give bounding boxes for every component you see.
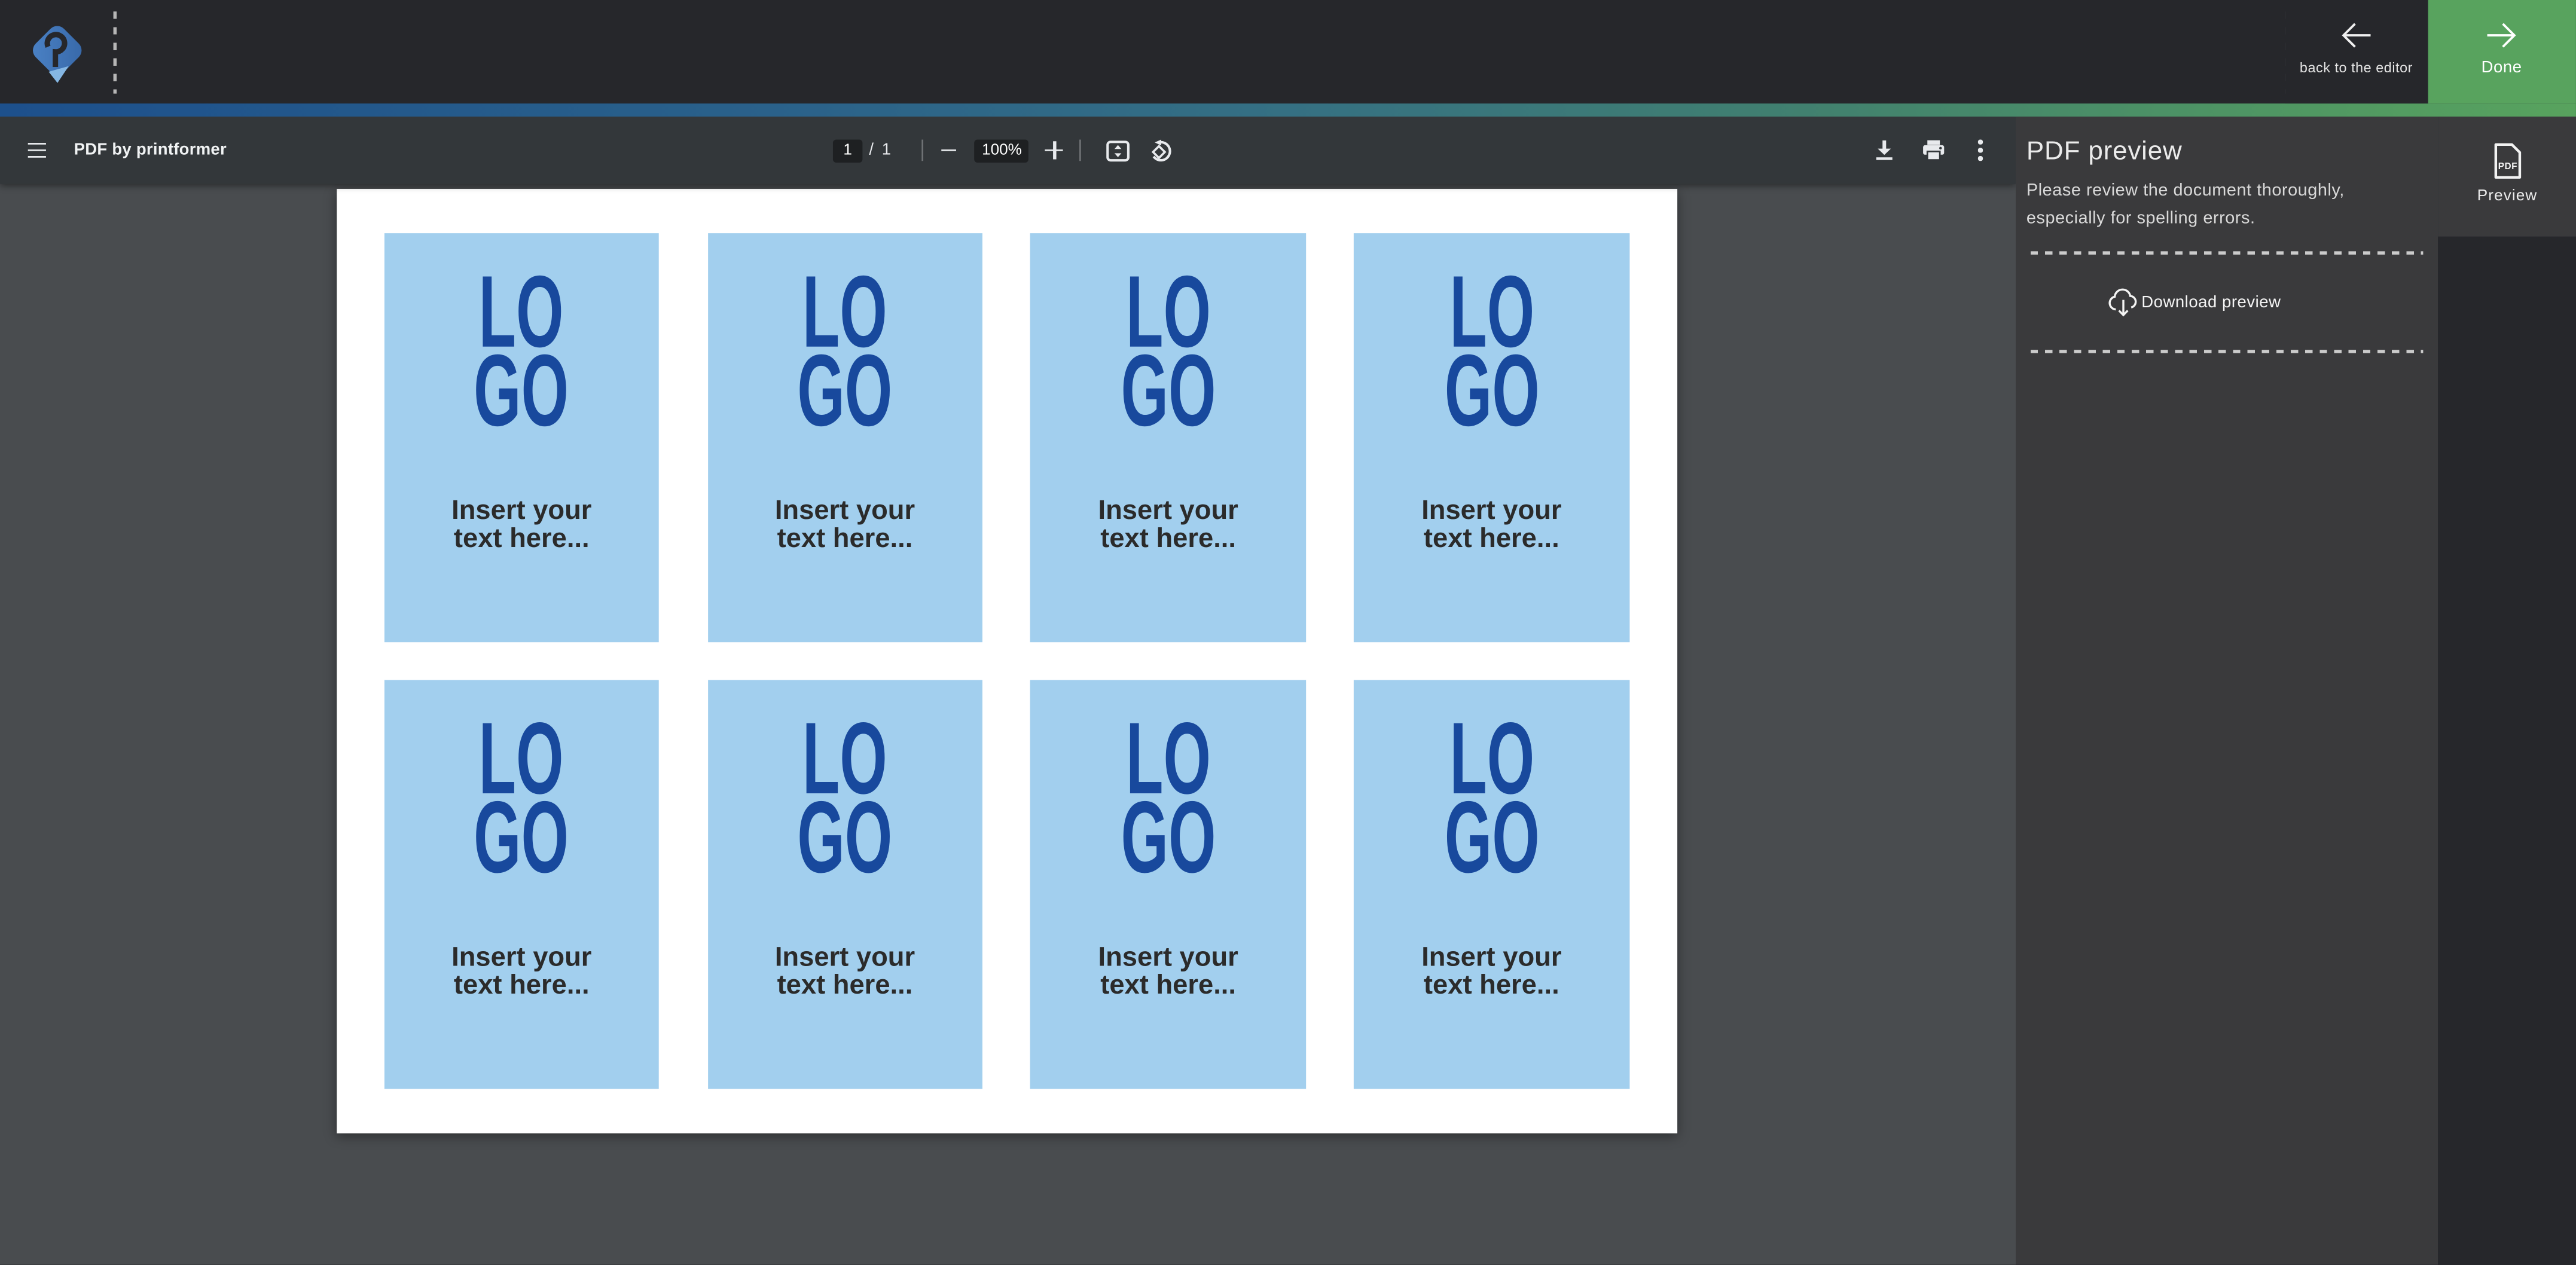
dashed-separator bbox=[2029, 350, 2424, 353]
progress-bar bbox=[0, 103, 2576, 117]
label-card: LOGO Insert yourtext here... bbox=[1031, 679, 1306, 1088]
logo-text: LOGO bbox=[474, 720, 569, 878]
pdf-viewer-toolbar: PDF by printformer 1 / 1 100% bbox=[0, 117, 2015, 184]
cloud-download-icon bbox=[2105, 284, 2140, 320]
topbar-divider bbox=[114, 11, 117, 93]
logo-text: LOGO bbox=[1121, 720, 1216, 878]
logo-text: LOGO bbox=[797, 273, 892, 431]
pdf-preview-panel: PDF preview Please review the document t… bbox=[2015, 117, 2439, 1264]
card-placeholder-text: Insert yourtext here... bbox=[451, 943, 591, 1001]
zoom-in-icon[interactable] bbox=[1045, 141, 1063, 159]
rotate-icon[interactable] bbox=[1150, 139, 1173, 161]
menu-icon[interactable] bbox=[28, 142, 46, 158]
fit-to-page-icon[interactable] bbox=[1106, 139, 1131, 161]
pdf-file-icon: PDF bbox=[2493, 143, 2522, 179]
print-icon[interactable] bbox=[1922, 140, 1945, 161]
tab-preview[interactable]: PDF Preview bbox=[2438, 117, 2576, 236]
card-placeholder-text: Insert yourtext here... bbox=[1098, 943, 1238, 1001]
label-card: LOGO Insert yourtext here... bbox=[1354, 233, 1629, 641]
logo-text: LOGO bbox=[1121, 273, 1216, 431]
page-number-input[interactable]: 1 bbox=[833, 139, 862, 161]
printformer-logo-icon bbox=[25, 18, 88, 84]
logo-text: LOGO bbox=[474, 273, 569, 431]
pdf-viewer: PDF by printformer 1 / 1 100% bbox=[0, 117, 2015, 1264]
card-placeholder-text: Insert yourtext here... bbox=[1421, 497, 1561, 554]
label-card: LOGO Insert yourtext here... bbox=[1031, 233, 1306, 641]
label-card: LOGO Insert yourtext here... bbox=[384, 233, 659, 641]
page-total: 1 bbox=[882, 141, 891, 159]
download-preview-label: Download preview bbox=[2141, 293, 2281, 311]
toolbar-separator bbox=[922, 140, 924, 161]
label-card: LOGO Insert yourtext here... bbox=[707, 233, 982, 641]
logo-text: LOGO bbox=[797, 720, 892, 878]
back-to-editor-button[interactable]: back to the editor bbox=[2285, 0, 2428, 103]
page-separator: / bbox=[869, 141, 874, 159]
logo-text: LOGO bbox=[1444, 720, 1539, 878]
card-placeholder-text: Insert yourtext here... bbox=[775, 943, 915, 1001]
logo-text: LOGO bbox=[1444, 273, 1539, 431]
label-card: LOGO Insert yourtext here... bbox=[384, 679, 659, 1088]
zoom-out-icon[interactable] bbox=[942, 149, 957, 152]
toolbar-separator bbox=[1080, 140, 1082, 161]
label-card: LOGO Insert yourtext here... bbox=[707, 679, 982, 1088]
document-area: LOGO Insert yourtext here... LOGO Insert… bbox=[0, 184, 2015, 1265]
done-label: Done bbox=[2482, 59, 2522, 77]
panel-description: Please review the document thoroughly, e… bbox=[2026, 178, 2425, 232]
arrow-left-icon bbox=[2339, 18, 2374, 53]
card-placeholder-text: Insert yourtext here... bbox=[451, 497, 591, 554]
svg-text:PDF: PDF bbox=[2498, 161, 2517, 172]
main-row: PDF by printformer 1 / 1 100% bbox=[0, 117, 2576, 1264]
card-placeholder-text: Insert yourtext here... bbox=[775, 497, 915, 554]
more-options-icon[interactable] bbox=[1973, 139, 1987, 162]
card-placeholder-text: Insert yourtext here... bbox=[1421, 943, 1561, 1001]
pdf-page: LOGO Insert yourtext here... LOGO Insert… bbox=[337, 189, 1678, 1132]
download-icon[interactable] bbox=[1875, 140, 1894, 161]
zoom-level-value: 100% bbox=[975, 139, 1029, 161]
panel-title: PDF preview bbox=[2026, 138, 2425, 167]
done-button[interactable]: Done bbox=[2427, 0, 2576, 103]
download-preview-button[interactable]: Download preview bbox=[2026, 255, 2425, 350]
right-rail: PDF Preview bbox=[2438, 117, 2576, 1264]
label-card: LOGO Insert yourtext here... bbox=[1354, 679, 1629, 1088]
preview-tab-label: Preview bbox=[2477, 187, 2538, 205]
pdf-title: PDF by printformer bbox=[74, 141, 227, 159]
top-bar: back to the editor Done bbox=[0, 0, 2576, 103]
back-to-editor-label: back to the editor bbox=[2300, 59, 2413, 75]
card-placeholder-text: Insert yourtext here... bbox=[1098, 497, 1238, 554]
arrow-right-icon bbox=[2485, 18, 2519, 53]
